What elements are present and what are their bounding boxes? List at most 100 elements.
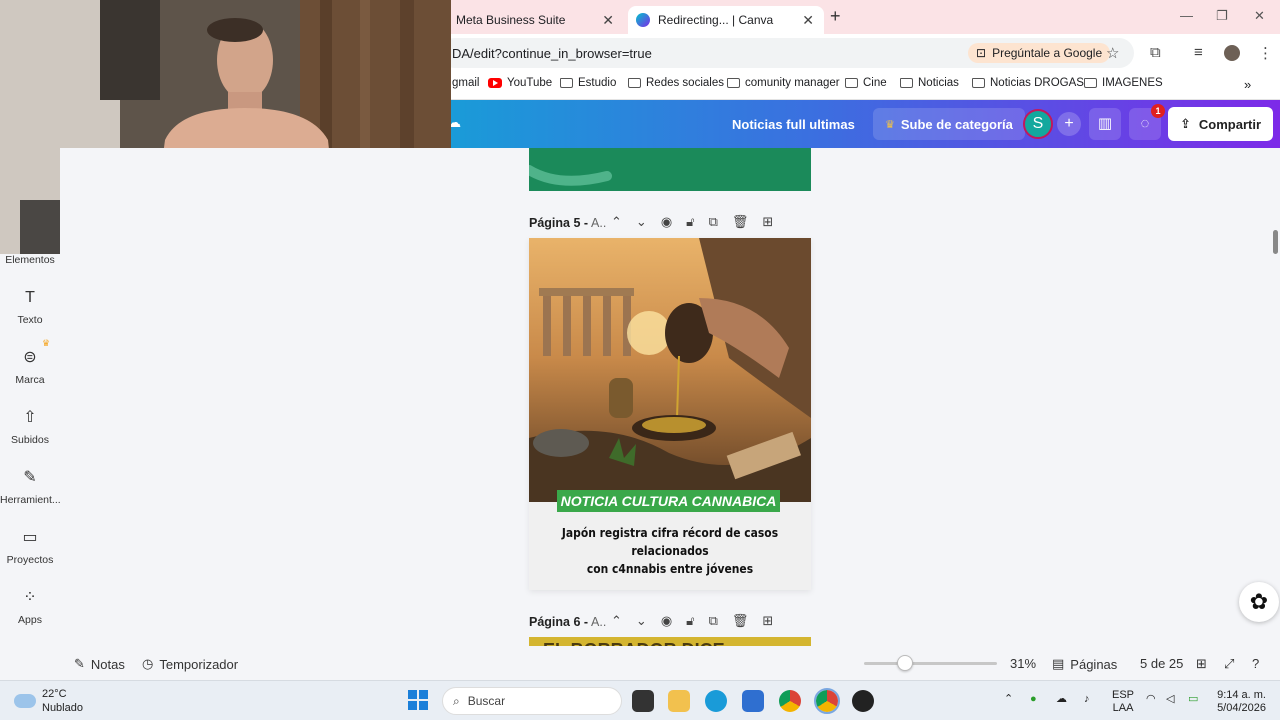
canvas-scrollbar[interactable] <box>1273 230 1278 254</box>
weather-widget[interactable]: 22°C Nublado <box>14 687 83 715</box>
chevron-down-icon[interactable]: ⌄ <box>636 613 647 629</box>
bookmark-label: YouTube <box>507 77 553 89</box>
media-control-icon[interactable]: ≡ <box>1194 44 1203 61</box>
grid-view-icon[interactable]: ⊞ <box>1196 656 1207 672</box>
bookmark-estudio[interactable]: Estudio <box>560 77 616 89</box>
hide-eye-icon[interactable]: ◉ <box>661 613 672 629</box>
fullscreen-icon[interactable]: ⤢ <box>1224 656 1234 672</box>
microphone-icon[interactable]: ♪ <box>1084 693 1090 706</box>
user-avatar[interactable]: S <box>1023 109 1053 139</box>
chevron-down-icon[interactable]: ⌄ <box>636 214 647 230</box>
comments-icon[interactable]: ◌ 1 <box>1129 104 1165 140</box>
upgrade-button[interactable]: ♛ Sube de categoría <box>873 108 1025 140</box>
clock-time: 9:14 a. m. <box>1217 689 1266 701</box>
folder-icon: ▭ <box>22 529 38 546</box>
url-input[interactable]: DA/edit?continue_in_browser=true ⊡ Pregú… <box>440 38 1134 68</box>
sidebar-item-marca[interactable]: ♛ ⊜ Marca <box>0 338 60 386</box>
bookmark-youtube[interactable]: YouTube <box>488 77 552 89</box>
wifi-icon[interactable]: ◠ <box>1146 693 1156 706</box>
page-5-subtitle[interactable]: A.. <box>591 216 606 230</box>
sidebar-item-elementos[interactable]: Elementos <box>0 254 60 266</box>
tab-canva[interactable]: Redirecting... | Canva ✕ <box>628 6 824 34</box>
chrome-icon[interactable] <box>779 690 801 712</box>
trash-icon[interactable]: 🗑︎ <box>732 613 749 629</box>
tab-label: Meta Business Suite <box>456 13 566 27</box>
close-tab-icon[interactable]: ✕ <box>802 12 814 29</box>
weather-condition: Nublado <box>42 702 83 714</box>
sidebar-item-texto[interactable]: T Texto <box>0 288 60 326</box>
restore-icon[interactable]: ❐ <box>1216 8 1228 24</box>
page-6-subtitle[interactable]: A.. <box>591 615 606 629</box>
tray-cloud-icon[interactable]: ☁ <box>1056 693 1067 706</box>
photo-illustration <box>529 238 811 502</box>
taskbar-search-input[interactable]: ⌕ Buscar <box>442 687 622 715</box>
file-explorer-icon[interactable] <box>668 690 690 712</box>
windows-start-icon[interactable] <box>408 690 428 710</box>
analytics-icon[interactable]: ▥ <box>1089 108 1121 140</box>
tray-overflow-icon[interactable]: ⌃ <box>1004 693 1013 706</box>
add-page-icon[interactable]: ⊞ <box>762 613 773 629</box>
invite-plus-icon[interactable]: + <box>1057 112 1081 136</box>
minimize-icon[interactable]: — <box>1180 8 1193 23</box>
zoom-slider-handle[interactable] <box>897 655 914 671</box>
timer-button[interactable]: ◷ Temporizador <box>142 656 238 672</box>
page-6-name[interactable]: Página 6 - <box>529 615 588 629</box>
share-button[interactable]: ⇪ Compartir <box>1168 107 1273 141</box>
extensions-icon[interactable]: ⧉ <box>1150 44 1161 61</box>
timer-icon: ◷ <box>142 656 154 671</box>
bookmark-redes-sociales[interactable]: Redes sociales <box>628 77 724 89</box>
app-icon[interactable] <box>852 690 874 712</box>
page-5-design[interactable]: NOTICIA CULTURA CANNABICA Japón registra… <box>529 238 811 590</box>
folder-icon <box>628 78 641 88</box>
zoom-slider[interactable] <box>864 655 997 671</box>
task-view-icon[interactable] <box>632 690 654 712</box>
more-bookmarks-icon[interactable]: » <box>1244 77 1251 92</box>
zoom-value[interactable]: 31% <box>1010 656 1036 671</box>
lock-icon[interactable]: 🔓︎ <box>686 214 694 230</box>
ask-google-button[interactable]: ⊡ Pregúntale a Google <box>968 43 1111 63</box>
pages-button[interactable]: ▤ Páginas <box>1052 656 1117 672</box>
bookmark-gmail[interactable]: gmail <box>452 77 479 89</box>
chevron-up-icon[interactable]: ⌃ <box>611 613 622 629</box>
sidebar-item-subidos[interactable]: ⇧ Subidos <box>0 408 60 446</box>
page-4-preview[interactable] <box>529 148 811 191</box>
bookmark-noticias-drogas[interactable]: Noticias DROGAS <box>972 77 1084 89</box>
pages-label: Páginas <box>1070 656 1118 672</box>
tab-meta-business-suite[interactable]: Meta Business Suite ✕ <box>452 6 624 34</box>
sidebar-item-apps[interactable]: ⁘ Apps <box>0 588 60 626</box>
page-count[interactable]: 5 de 25 <box>1140 656 1183 671</box>
trash-icon[interactable]: 🗑︎ <box>732 214 749 230</box>
bookmark-star-icon[interactable]: ☆ <box>1106 44 1119 62</box>
language-indicator[interactable]: ESP LAA <box>1112 689 1134 715</box>
new-tab-icon[interactable]: + <box>830 6 841 27</box>
profile-avatar-icon[interactable] <box>1224 45 1240 61</box>
edge-icon[interactable] <box>705 690 727 712</box>
clock[interactable]: 9:14 a. m. 5/04/2026 <box>1214 689 1266 715</box>
chrome-profile-icon[interactable] <box>814 688 840 714</box>
chevron-up-icon[interactable]: ⌃ <box>611 214 622 230</box>
bookmark-comunity-manager[interactable]: comunity manager <box>727 77 840 89</box>
tray-app-icon[interactable]: ● <box>1030 693 1037 706</box>
help-icon[interactable]: ? <box>1252 656 1259 671</box>
document-title[interactable]: Noticias full ultimas <box>732 117 855 132</box>
bookmark-cine[interactable]: Cine <box>845 77 887 89</box>
browser-menu-icon[interactable]: ⋮ <box>1258 44 1273 62</box>
canva-assistant-icon[interactable]: ✿ <box>1239 582 1279 622</box>
hide-eye-icon[interactable]: ◉ <box>661 214 672 230</box>
lock-icon[interactable]: 🔓︎ <box>686 613 694 629</box>
duplicate-icon[interactable]: ⧉ <box>709 214 718 230</box>
notes-button[interactable]: ✎ Notas <box>74 656 125 672</box>
close-window-icon[interactable]: ✕ <box>1254 8 1265 24</box>
add-page-icon[interactable]: ⊞ <box>762 214 773 230</box>
bookmark-imagenes[interactable]: IMAGENES <box>1084 77 1163 89</box>
close-tab-icon[interactable]: ✕ <box>602 12 614 29</box>
sidebar-item-proyectos[interactable]: ▭ Proyectos <box>0 528 60 566</box>
bookmark-noticias[interactable]: Noticias <box>900 77 959 89</box>
battery-icon[interactable]: ▭ <box>1188 693 1198 706</box>
duplicate-icon[interactable]: ⧉ <box>709 613 718 629</box>
page-5-name[interactable]: Página 5 - <box>529 216 588 230</box>
store-icon[interactable] <box>742 690 764 712</box>
sidebar-item-herramientas[interactable]: ✎ Herramient... <box>0 468 61 506</box>
news-headline: Japón registra cifra récord de casos rel… <box>549 524 792 578</box>
volume-icon[interactable]: ◁ <box>1166 693 1174 706</box>
